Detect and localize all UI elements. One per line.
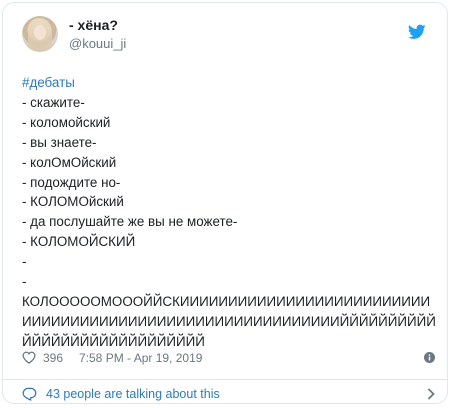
tweet-card: - хёна? @kouui_ji #дебаты - скажите- - кол… <box>2 2 448 404</box>
tweet-line: - подождите но- <box>22 174 121 190</box>
tweet-line: - колОмОйский <box>22 154 117 170</box>
tweet-line: - скажите- <box>22 94 85 110</box>
timestamp[interactable]: 7:58 PM - Apr 19, 2019 <box>79 351 202 365</box>
tweet-line: - да послушайте же вы не можете- <box>22 214 238 230</box>
divider <box>3 379 447 380</box>
speech-bubble-icon <box>22 387 37 401</box>
tweet-text: #дебаты - скажите- - коломойский - вы знает… <box>22 73 438 352</box>
heart-icon[interactable] <box>22 351 36 364</box>
conversation-label[interactable]: 43 people are talking about this <box>46 387 220 401</box>
handle[interactable]: @kouui_ji <box>69 36 126 51</box>
avatar-face <box>34 25 46 40</box>
tweet-line: - КОЛОМОЙСКИЙ <box>22 234 136 250</box>
tweet-line: - коломойский <box>22 114 111 130</box>
info-icon[interactable] <box>424 352 435 363</box>
tweet-footer: 396 7:58 PM - Apr 19, 2019 <box>22 350 435 368</box>
conversation-link[interactable]: 43 people are talking about this <box>22 386 435 403</box>
twitter-bird-icon[interactable] <box>408 24 426 40</box>
tweet-line: КОЛОООООМОООЙЙСКИИИИИИИИИИИИИИИИИИИИИИИИ… <box>22 293 436 349</box>
tweet-line: - вы знаете- <box>22 134 97 150</box>
tweet-line: - КОЛОМОйский <box>22 194 124 210</box>
tweet-header: - хёна? @kouui_ji <box>22 16 437 60</box>
hashtag-link[interactable]: #дебаты <box>22 73 438 93</box>
like-count[interactable]: 396 <box>43 351 63 365</box>
tweet-line: - <box>22 274 27 290</box>
display-name[interactable]: - хёна? <box>69 17 118 33</box>
avatar[interactable] <box>22 16 58 52</box>
tweet-line: - <box>22 254 27 270</box>
chevron-right-icon[interactable] <box>427 388 435 400</box>
